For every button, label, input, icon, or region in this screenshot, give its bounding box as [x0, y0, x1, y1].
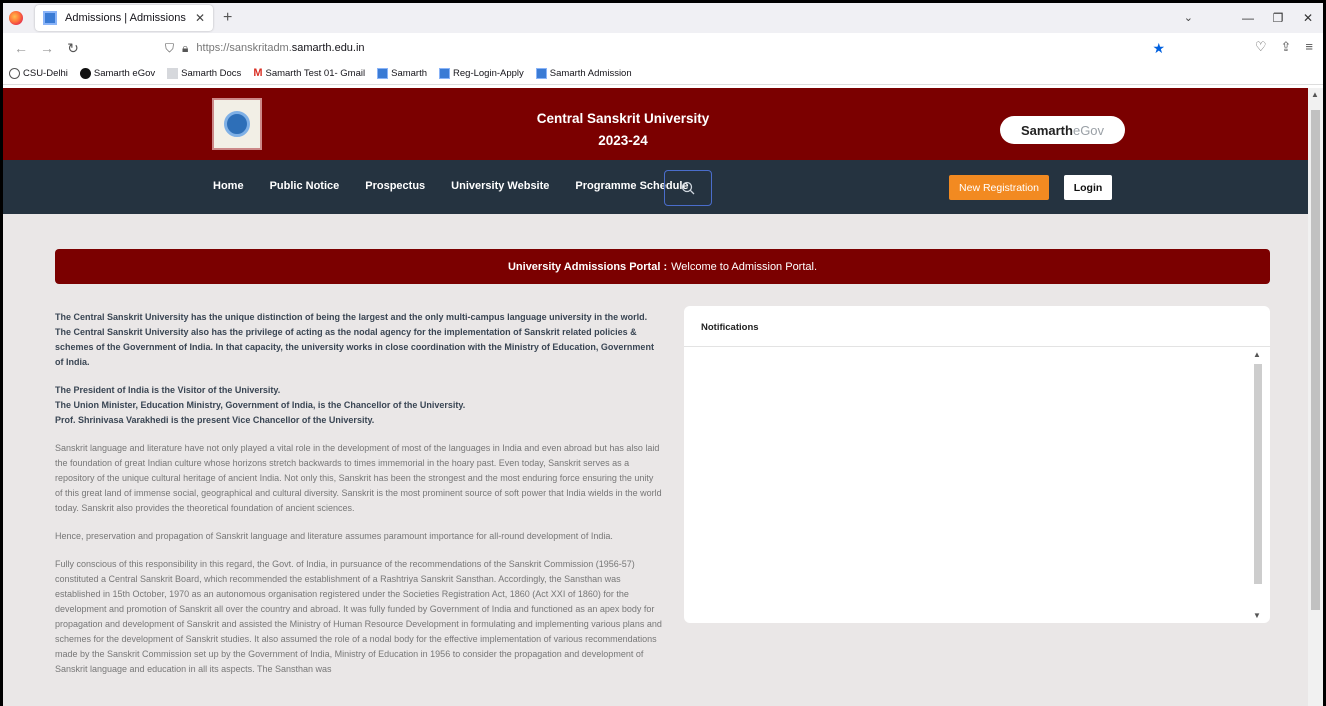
toolbar-right: ♡ ⇪ ≡ [1255, 39, 1313, 55]
bookmark-samarth-docs[interactable]: Samarth Docs [167, 68, 241, 79]
scroll-down-icon[interactable]: ▼ [1253, 611, 1261, 620]
intro-paragraph: The Central Sanskrit University has the … [55, 312, 654, 367]
back-icon[interactable]: ← [11, 40, 31, 56]
portal-title: University Admissions Portal : [507, 260, 668, 273]
bookmark-samarth-admission[interactable]: Samarth Admission [535, 68, 632, 79]
menu-prospectus[interactable]: Prospectus [365, 180, 425, 192]
bookmark-samarth-egov[interactable]: Samarth eGov [79, 68, 155, 79]
restore-icon[interactable]: ❐ [1263, 11, 1293, 25]
share-icon[interactable]: ⇪ [1281, 39, 1292, 55]
history-paragraph: Fully conscious of this responsibility i… [55, 559, 662, 674]
bookmark-gmail[interactable]: M Samarth Test 01- Gmail [253, 67, 365, 80]
menu-home[interactable]: Home [213, 180, 244, 192]
leadership-paragraph: The President of India is the Visitor of… [55, 385, 466, 425]
window-controls: — ❐ ✕ [1233, 3, 1323, 33]
new-tab-icon[interactable]: + [223, 9, 232, 27]
site-header: Central Sanskrit University 2023-24 Sama… [3, 88, 1323, 160]
login-button[interactable]: Login [1064, 175, 1112, 200]
scroll-up-icon[interactable]: ▲ [1253, 350, 1261, 359]
sanskrit-paragraph: Sanskrit language and literature have no… [55, 443, 662, 513]
bookmark-csu-delhi[interactable]: CSU-Delhi [9, 68, 68, 79]
search-button[interactable] [664, 170, 712, 206]
new-registration-button[interactable]: New Registration [949, 175, 1049, 200]
tracking-shield-icon[interactable]: ⛉ [165, 41, 174, 56]
bookmark-reg-login-apply[interactable]: Reg-Login-Apply [439, 68, 524, 79]
portal-banner: University Admissions Portal : Welcome t… [55, 249, 1270, 284]
search-icon [681, 181, 695, 195]
page-scrollbar[interactable]: ▲ [1308, 88, 1323, 706]
csu-icon [535, 68, 547, 79]
emblem-icon [224, 111, 250, 137]
university-title: Central Sanskrit University 2023-24 [536, 111, 710, 148]
minimize-icon[interactable]: — [1233, 11, 1263, 25]
csu-icon [377, 68, 389, 79]
docs-icon [167, 68, 179, 79]
forward-icon[interactable]: → [37, 40, 57, 56]
bookmarks-bar: CSU-Delhi Samarth eGov Samarth Docs M Sam… [3, 63, 1323, 85]
csu-icon [439, 68, 451, 79]
close-window-icon[interactable]: ✕ [1293, 11, 1323, 25]
favicon-icon [43, 11, 57, 25]
notifications-panel: Notifications ▲ ▼ [684, 306, 1270, 623]
nav-bar: ← → ↻ ⛉ 🔒︎ https://sanskritadm.samarth.e… [3, 33, 1323, 63]
portal-message: Welcome to Admission Portal. [671, 260, 818, 273]
tab-strip: Admissions | Admissions ✕ + ⌄ — ❐ ✕ [3, 3, 1323, 33]
tab-title: Admissions | Admissions [65, 12, 186, 24]
pocket-icon[interactable]: ♡ [1255, 39, 1267, 55]
lock-icon[interactable]: 🔒︎ [182, 41, 188, 56]
tab-close-icon[interactable]: ✕ [195, 11, 205, 25]
bookmark-star-icon[interactable]: ★ [1152, 40, 1165, 57]
page-scroll-up-icon[interactable]: ▲ [1311, 90, 1319, 99]
notifications-title: Notifications [684, 306, 1270, 347]
bookmark-samarth[interactable]: Samarth [377, 68, 427, 79]
about-text: The Central Sanskrit University has the … [55, 310, 663, 690]
page-scroll-thumb[interactable] [1311, 110, 1320, 610]
tab-admissions[interactable]: Admissions | Admissions ✕ [35, 5, 213, 31]
university-logo[interactable] [212, 98, 262, 150]
reload-icon[interactable]: ↻ [63, 40, 83, 57]
samarth-icon [79, 68, 91, 79]
url-bar[interactable]: ⛉ 🔒︎ https://sanskritadm.samarth.edu.in … [165, 36, 1175, 60]
notifications-scrollbar[interactable]: ▲ ▼ [1252, 350, 1264, 620]
notifications-scroll-thumb[interactable] [1254, 364, 1262, 584]
menu-university-website[interactable]: University Website [451, 180, 549, 192]
firefox-icon[interactable] [9, 11, 23, 25]
browser-window: Admissions | Admissions ✕ + ⌄ — ❐ ✕ ← → … [0, 0, 1326, 706]
url-text: https://sanskritadm.samarth.edu.in [196, 42, 365, 54]
list-tabs-icon[interactable]: ⌄ [1184, 11, 1193, 24]
menu-public-notice[interactable]: Public Notice [270, 180, 340, 192]
main-menu: Home Public Notice Prospectus University… [3, 160, 1323, 214]
preservation-paragraph: Hence, preservation and propagation of S… [55, 531, 613, 541]
globe-icon [9, 68, 20, 79]
web-page: Central Sanskrit University 2023-24 Sama… [3, 88, 1323, 706]
menu-icon[interactable]: ≡ [1305, 39, 1313, 55]
gmail-icon: M [253, 67, 263, 79]
samarth-egov-logo[interactable]: Samarth eGov [1000, 116, 1125, 144]
